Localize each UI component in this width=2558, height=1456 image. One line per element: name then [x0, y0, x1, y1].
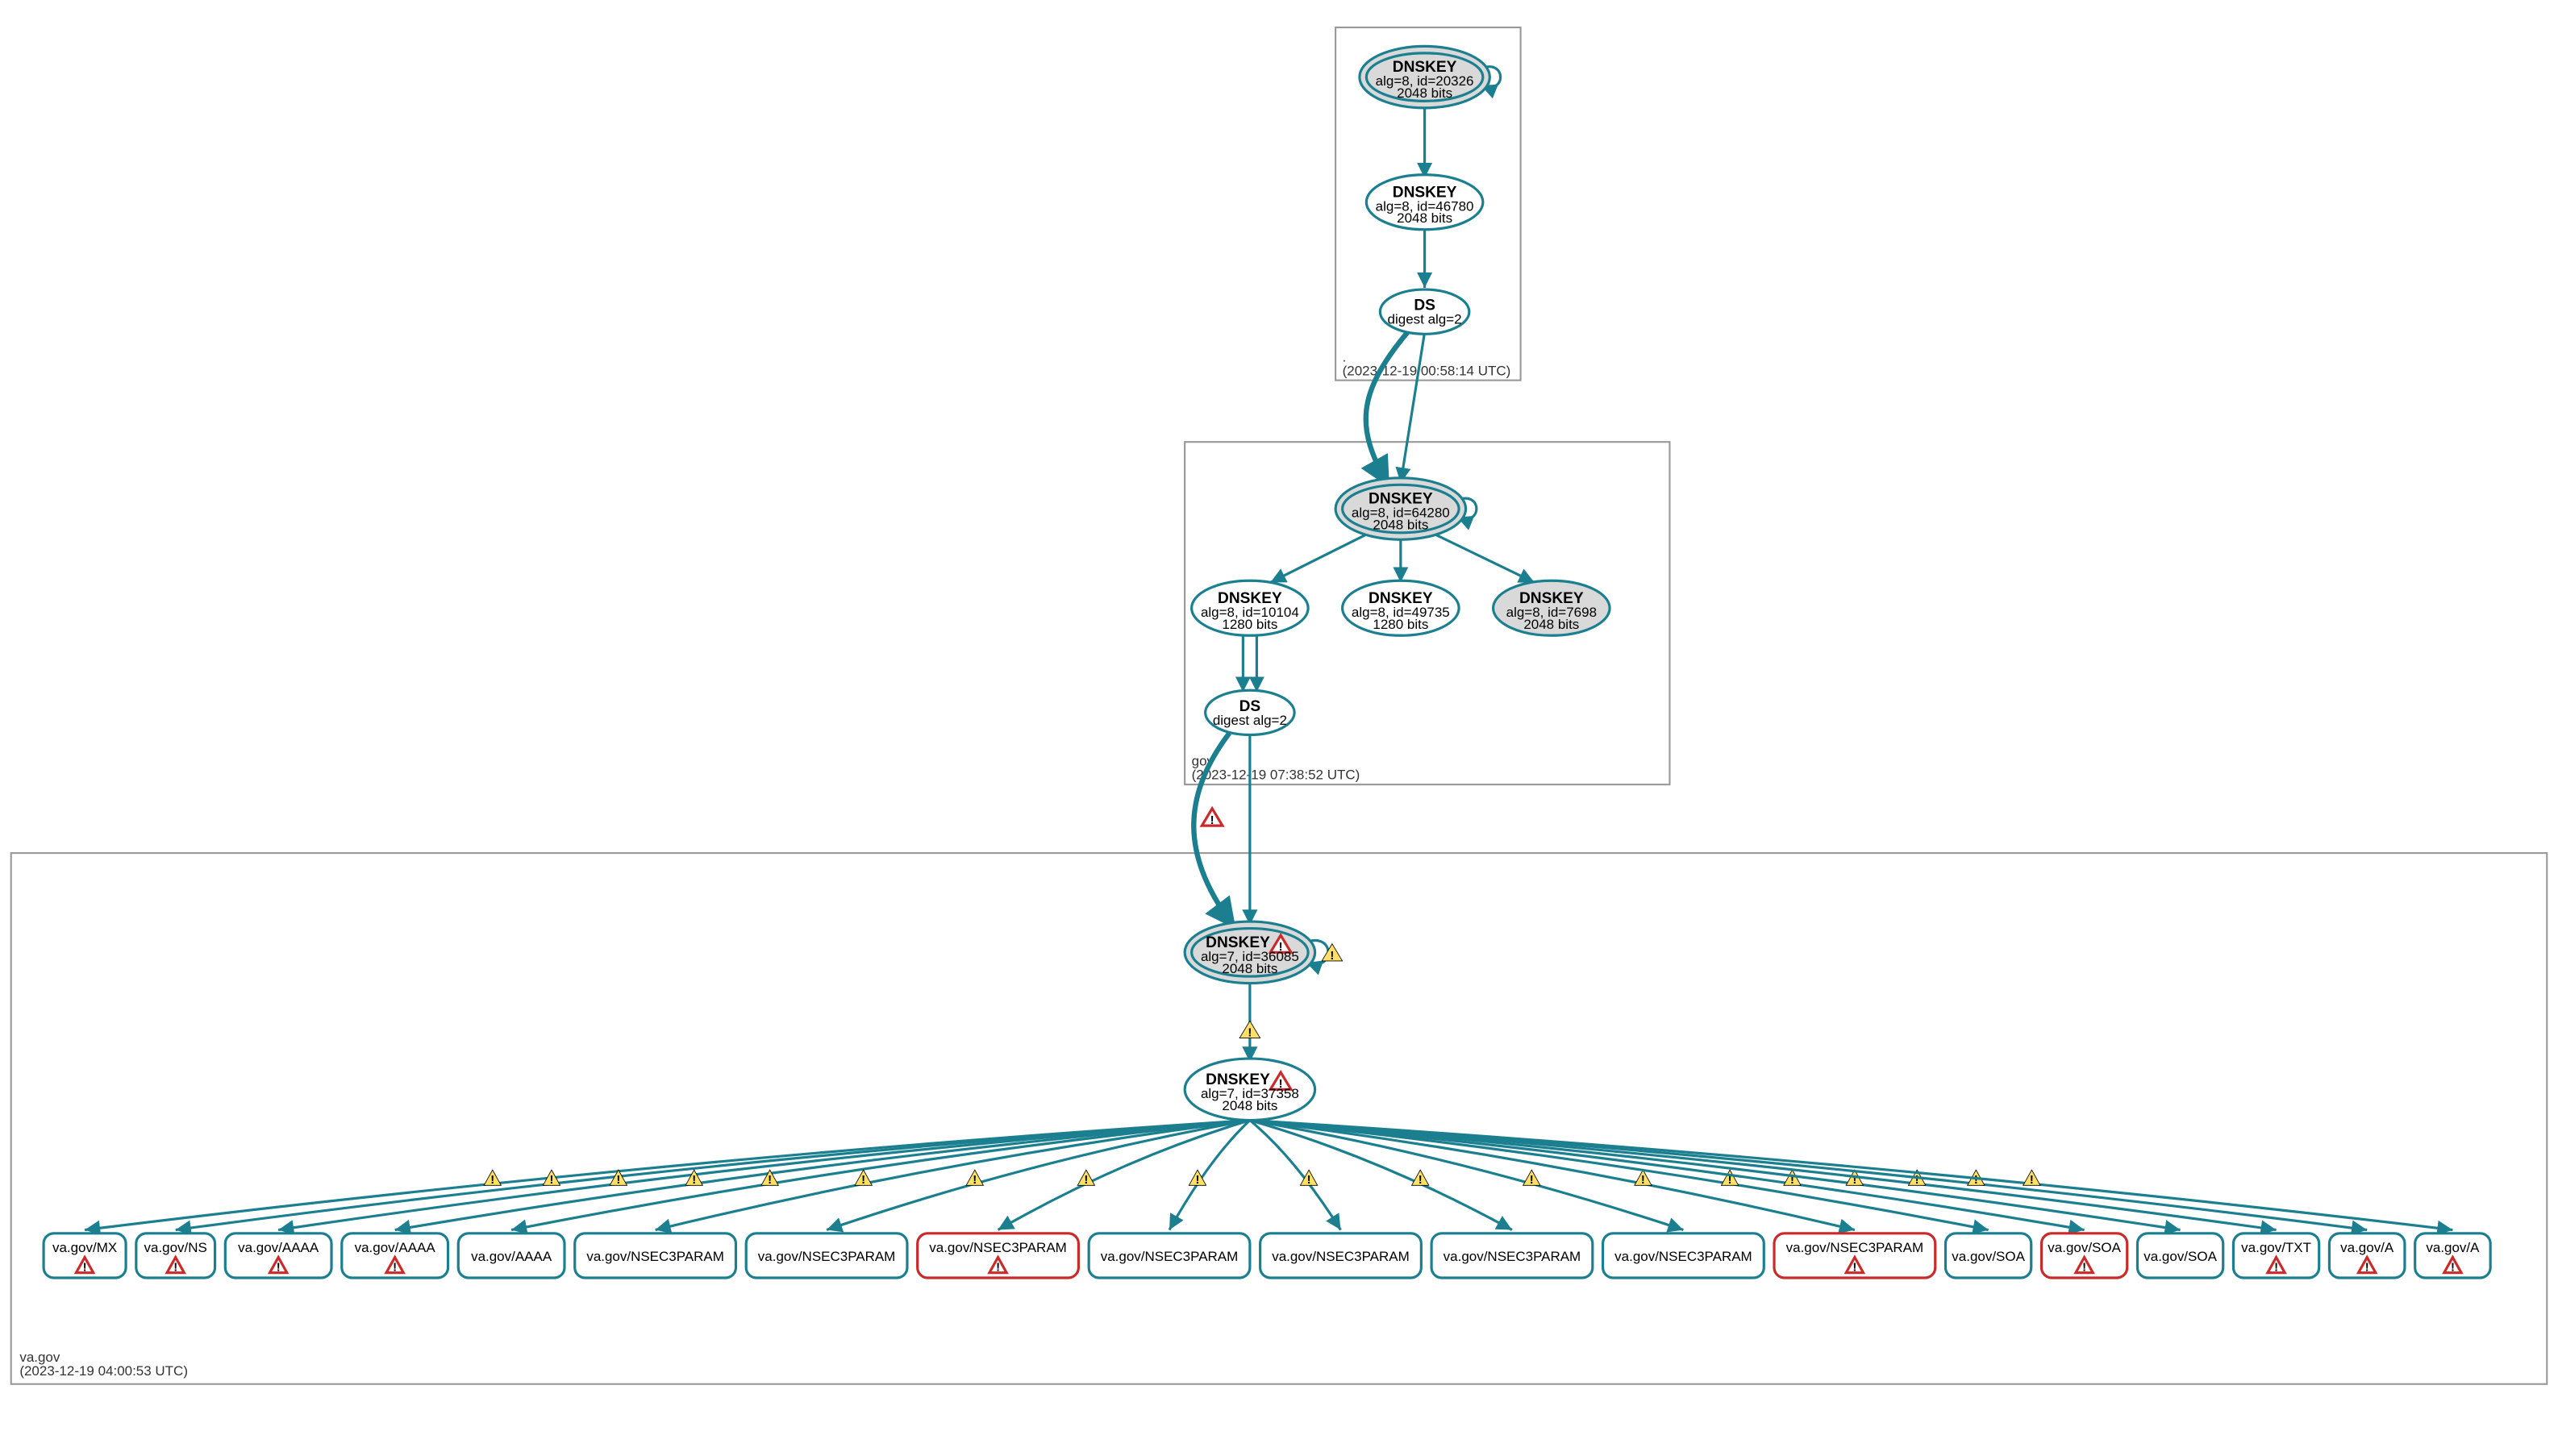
leaf-label-0: va.gov/MX: [52, 1240, 117, 1255]
svg-text:!: !: [2082, 1262, 2086, 1275]
svg-text:!: !: [996, 1262, 1000, 1275]
warn-yellow-edge-leaf-11: !: [1523, 1170, 1540, 1187]
node-gov-zsk2: DNSKEY alg=8, id=49735 1280 bits: [1343, 580, 1459, 635]
warn-yellow-edge-leaf-18: !: [2023, 1170, 2040, 1187]
svg-text:2048 bits: 2048 bits: [1222, 961, 1277, 976]
warn-yellow-vagov-ksk-selfloop: !: [1322, 944, 1342, 963]
svg-text:2048 bits: 2048 bits: [1397, 210, 1452, 226]
node-vagov-zsk: DNSKEY ! alg=7, id=37358 2048 bits: [1185, 1059, 1314, 1120]
edge-gov-ksk-zsk1: [1270, 531, 1373, 583]
node-gov-ksk: DNSKEY alg=8, id=64280 2048 bits: [1335, 478, 1465, 539]
leaf-label-11: va.gov/NSEC3PARAM: [1614, 1249, 1752, 1264]
zone-vagov-timestamp: (2023-12-19 04:00:53 UTC): [19, 1363, 188, 1379]
svg-text:!: !: [1084, 1174, 1088, 1187]
leaf-label-1: va.gov/NS: [144, 1240, 207, 1255]
svg-text:!: !: [1195, 1174, 1199, 1187]
warn-red-edge-gov-ds-vagov: !: [1202, 809, 1222, 827]
svg-text:!: !: [1248, 1026, 1252, 1039]
svg-text:!: !: [616, 1174, 620, 1187]
leaf-label-8: va.gov/NSEC3PARAM: [1101, 1249, 1239, 1264]
warn-yellow-edge-leaf-7: !: [1077, 1170, 1094, 1187]
warn-yellow-edge-leaf-10: !: [1412, 1170, 1429, 1187]
svg-text:!: !: [768, 1174, 772, 1187]
svg-text:!: !: [1974, 1174, 1978, 1187]
svg-text:!: !: [1307, 1174, 1311, 1187]
svg-text:2048 bits: 2048 bits: [1523, 617, 1579, 632]
svg-text:2048 bits: 2048 bits: [1373, 518, 1428, 533]
warn-yellow-vagov-ksk-zsk: !: [1239, 1021, 1260, 1039]
svg-text:!: !: [490, 1174, 494, 1187]
node-vagov-ksk: DNSKEY ! alg=7, id=36085 2048 bits: [1185, 921, 1314, 983]
svg-text:!: !: [173, 1262, 177, 1275]
leaf-label-5: va.gov/NSEC3PARAM: [586, 1249, 724, 1264]
node-root-zsk: DNSKEY alg=8, id=46780 2048 bits: [1366, 175, 1482, 230]
svg-text:!: !: [277, 1262, 281, 1275]
svg-text:digest alg=2: digest alg=2: [1213, 713, 1287, 728]
zone-gov-timestamp: (2023-12-19 07:38:52 UTC): [1192, 768, 1360, 783]
svg-text:!: !: [549, 1174, 553, 1187]
leaf-label-2: va.gov/AAAA: [238, 1240, 319, 1255]
leaf-label-13: va.gov/SOA: [1952, 1249, 2025, 1264]
node-gov-key3: DNSKEY alg=8, id=7698 2048 bits: [1494, 580, 1610, 635]
svg-text:!: !: [83, 1262, 87, 1275]
warn-yellow-edge-leaf-12: !: [1635, 1170, 1652, 1187]
warn-yellow-edge-leaf-6: !: [966, 1170, 983, 1187]
svg-text:!: !: [2365, 1262, 2369, 1275]
leaf-label-18: va.gov/A: [2426, 1240, 2480, 1255]
edge-root-ds-gov-ksk: [1401, 332, 1425, 483]
svg-text:!: !: [1915, 1174, 1919, 1187]
leaf-label-14: va.gov/SOA: [2048, 1240, 2121, 1255]
svg-text:2048 bits: 2048 bits: [1397, 85, 1452, 101]
leaf-label-4: va.gov/AAAA: [471, 1249, 552, 1264]
leaf-label-12: va.gov/NSEC3PARAM: [1786, 1240, 1924, 1255]
svg-text:!: !: [2451, 1262, 2455, 1275]
dnssec-diagram: . (2023-12-19 00:58:14 UTC) gov (2023-12…: [0, 0, 2558, 1456]
svg-text:!: !: [1852, 1262, 1856, 1275]
svg-text:!: !: [861, 1174, 865, 1187]
edge-vagov-zsk-leaf-13: [1250, 1121, 1989, 1230]
svg-text:!: !: [1419, 1174, 1423, 1187]
svg-text:!: !: [973, 1174, 977, 1187]
svg-text:1280 bits: 1280 bits: [1373, 617, 1428, 632]
edge-vagov-zsk-leaf-8: [1169, 1121, 1250, 1230]
svg-text:!: !: [393, 1262, 397, 1275]
zone-root-timestamp: (2023-12-19 00:58:14 UTC): [1343, 363, 1511, 378]
leaf-label-17: va.gov/A: [2340, 1240, 2394, 1255]
svg-text:!: !: [1641, 1174, 1645, 1187]
leaf-label-3: va.gov/AAAA: [355, 1240, 436, 1255]
leaf-label-6: va.gov/NSEC3PARAM: [758, 1249, 896, 1264]
leaf-nodes: va.gov/MX! va.gov/NS! va.gov/AAAA! va.gov/A…: [44, 1233, 2490, 1278]
svg-text:1280 bits: 1280 bits: [1222, 617, 1277, 632]
svg-text:2048 bits: 2048 bits: [1222, 1098, 1277, 1113]
warn-yellow-edge-leaf-8: !: [1189, 1170, 1206, 1187]
warn-yellow-edge-leaf-3: !: [685, 1170, 702, 1187]
warn-yellow-edge-leaf-9: !: [1300, 1170, 1317, 1187]
leaf-label-9: va.gov/NSEC3PARAM: [1272, 1249, 1410, 1264]
leaf-label-7: va.gov/NSEC3PARAM: [929, 1240, 1067, 1255]
svg-text:digest alg=2: digest alg=2: [1388, 312, 1462, 327]
svg-text:!: !: [1210, 814, 1214, 827]
edge-gov-ksk-key3: [1428, 531, 1535, 583]
node-gov-zsk1: DNSKEY alg=8, id=10104 1280 bits: [1192, 580, 1308, 635]
leaf-label-15: va.gov/SOA: [2143, 1249, 2217, 1264]
svg-text:!: !: [2274, 1262, 2278, 1275]
edge-root-ds-gov-ksk-bold: [1366, 332, 1408, 483]
leaf-edges: !!!!!!!!!!!!!!!!!!!: [85, 1121, 2452, 1230]
warn-yellow-edge-leaf-13: !: [1721, 1170, 1738, 1187]
node-root-ds: DS digest alg=2: [1380, 289, 1469, 334]
leaf-label-16: va.gov/TXT: [2241, 1240, 2311, 1255]
warn-yellow-edge-leaf-0: !: [484, 1170, 501, 1187]
svg-text:!: !: [692, 1174, 696, 1187]
edge-vagov-zsk-leaf-9: [1250, 1121, 1341, 1230]
warn-yellow-edge-leaf-5: !: [855, 1170, 872, 1187]
leaf-label-10: va.gov/NSEC3PARAM: [1444, 1249, 1581, 1264]
svg-text:!: !: [1530, 1174, 1534, 1187]
svg-text:!: !: [2030, 1174, 2034, 1187]
warn-yellow-edge-leaf-14: !: [1784, 1170, 1801, 1187]
node-root-ksk: DNSKEY alg=8, id=20326 2048 bits: [1360, 46, 1489, 107]
svg-text:!: !: [1330, 950, 1334, 963]
node-gov-ds: DS digest alg=2: [1206, 690, 1294, 734]
